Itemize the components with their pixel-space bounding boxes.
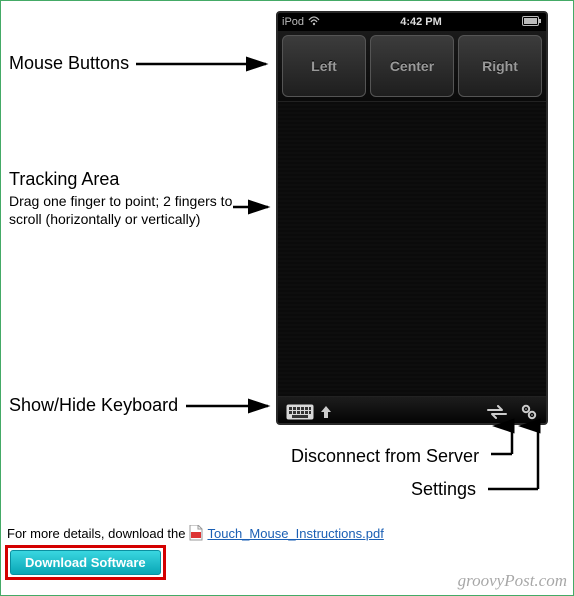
download-software-button[interactable]: Download Software — [10, 550, 161, 575]
download-highlight: Download Software — [5, 545, 166, 580]
trackpad-area[interactable] — [278, 101, 546, 397]
mouse-left-button[interactable]: Left — [282, 35, 366, 97]
ipod-screen: iPod 4:42 PM — [276, 11, 548, 425]
label-disconnect: Disconnect from Server — [291, 446, 479, 466]
keyboard-icon[interactable] — [286, 404, 314, 420]
mouse-buttons-row: Left Center Right — [278, 31, 546, 101]
arrow-icon — [186, 398, 278, 418]
mouse-right-button[interactable]: Right — [458, 35, 542, 97]
arrow-icon — [488, 414, 558, 494]
label-tracking-area-desc: Drag one finger to point; 2 fingers to s… — [9, 192, 249, 228]
label-settings: Settings — [411, 479, 476, 499]
details-text: For more details, download the — [7, 526, 185, 541]
label-show-hide-keyboard: Show/Hide Keyboard — [9, 395, 178, 415]
watermark: groovyPost.com — [458, 571, 567, 591]
pdf-icon — [189, 525, 203, 541]
wifi-icon — [308, 16, 320, 29]
arrow-icon — [136, 56, 276, 76]
battery-icon — [522, 16, 542, 29]
label-mouse-buttons: Mouse Buttons — [9, 53, 129, 73]
status-device: iPod — [282, 16, 304, 28]
shift-up-icon[interactable] — [320, 405, 332, 419]
mouse-center-button[interactable]: Center — [370, 35, 454, 97]
arrow-icon — [233, 199, 278, 219]
label-tracking-area: Tracking Area — [9, 169, 119, 189]
pdf-link[interactable]: Touch_Mouse_Instructions.pdf — [207, 526, 383, 541]
status-time: 4:42 PM — [400, 16, 442, 28]
